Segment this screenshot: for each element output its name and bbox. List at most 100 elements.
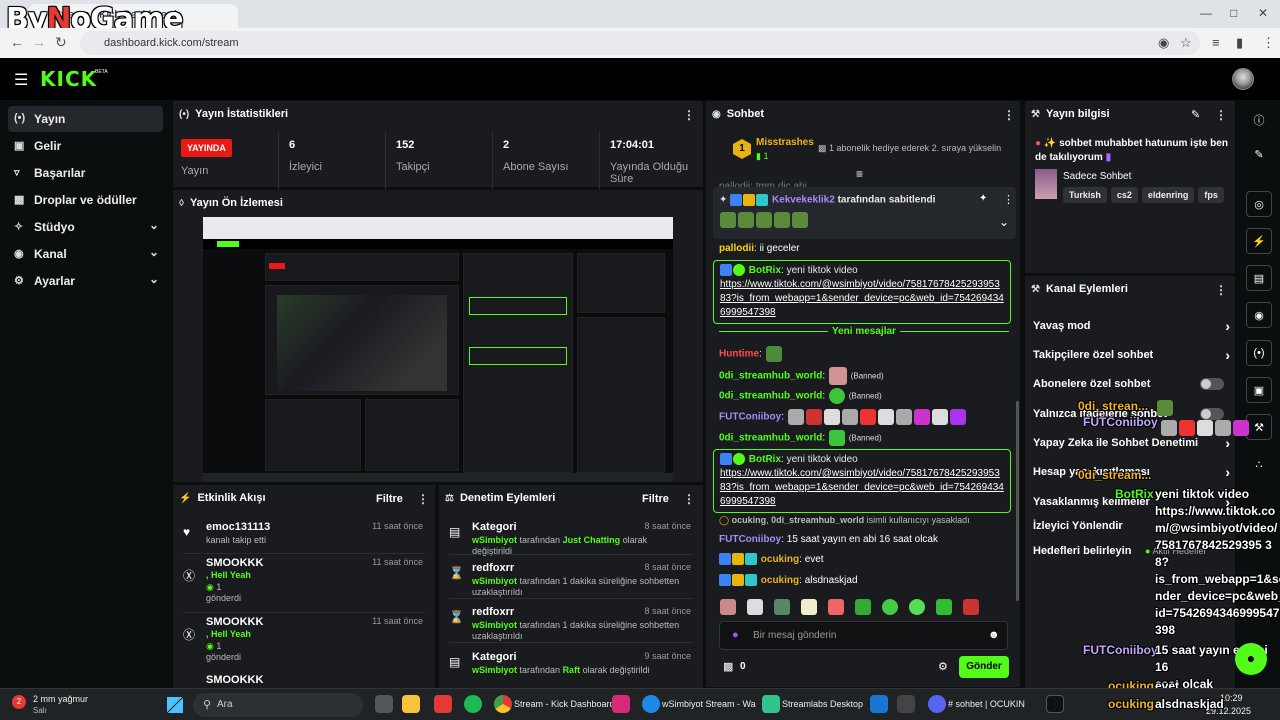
maximize-icon[interactable]: □ [1230, 6, 1237, 20]
tiktok-link[interactable]: https://www.tiktok.com/@wsimbiyot/video/… [720, 468, 1004, 507]
kebab-icon[interactable]: ⋮ [1003, 108, 1015, 122]
slow-mode-row[interactable]: Yavaş mod › [1033, 318, 1230, 334]
stream-preview-image[interactable] [203, 217, 673, 482]
chat-icon[interactable]: ◉ [1246, 302, 1272, 328]
taskbar-app-label[interactable]: #​ sohbet | OCUKIN [948, 699, 1025, 709]
info-icon[interactable]: ⓘ [1246, 106, 1272, 132]
taskbar-app-label[interactable]: Streamlabs Desktop [782, 699, 863, 709]
mic-icon[interactable]: ● [732, 629, 739, 641]
avatar[interactable] [1232, 68, 1254, 90]
fab-icon[interactable]: ● [1235, 643, 1267, 675]
broadcast-icon[interactable]: (•) [1246, 340, 1272, 366]
kick-logo[interactable]: KICK [40, 67, 97, 91]
edge-icon[interactable] [642, 695, 660, 713]
close-icon[interactable]: ✕ [1258, 6, 1268, 20]
kebab-icon[interactable]: ⋮ [683, 108, 695, 122]
tag[interactable]: fps [1198, 187, 1224, 203]
windows-start-icon[interactable] [167, 697, 183, 713]
kebab-icon[interactable]: ⋮ [1215, 283, 1227, 297]
kebab-icon[interactable]: ⋮ [1003, 193, 1014, 206]
layout-icon[interactable]: ▣ [1246, 377, 1272, 403]
nodes-icon[interactable]: ∴ [1246, 452, 1272, 478]
points-icon[interactable]: ▩ [723, 660, 733, 673]
emote-icon[interactable] [936, 599, 952, 615]
kebab-icon[interactable]: ⋮ [683, 492, 695, 506]
back-icon[interactable]: ← [10, 34, 24, 50]
list-item: SMOOKKK [206, 674, 264, 686]
playlist-icon[interactable]: ≡ [1212, 35, 1220, 50]
menu-dots-icon[interactable]: ⋮ [1262, 35, 1275, 51]
list-item: ⌛ redfoxrr 8 saat önce wSimbiyot tarafın… [449, 606, 691, 641]
edit-icon[interactable]: ✎ [1191, 108, 1200, 121]
followers-only-row[interactable]: Takipçilere özel sohbet › [1033, 347, 1230, 363]
url-field[interactable]: dashboard.kick.com/stream [80, 31, 1200, 55]
unpin-icon[interactable]: ✦ [979, 193, 987, 204]
emote-icon[interactable] [882, 599, 898, 615]
spotify-icon[interactable] [464, 695, 482, 713]
sidebar-item-gelir[interactable]: ▣ Gelir [8, 133, 163, 159]
folder-icon[interactable] [402, 695, 420, 713]
chat-scrollbar[interactable] [1016, 401, 1019, 601]
emote-icon[interactable] [855, 599, 871, 615]
instagram-icon[interactable] [612, 695, 630, 713]
document-icon[interactable]: ▤ [1246, 265, 1272, 291]
streamlabs-icon[interactable] [762, 695, 780, 713]
toggle-switch[interactable] [1200, 408, 1224, 420]
kebab-icon[interactable]: ⋮ [1215, 108, 1227, 122]
emote-icon[interactable] [720, 599, 736, 615]
ai-moderation-row[interactable]: Yapay Zeka ile Sohbet Denetimi › [1033, 435, 1230, 451]
filter-button[interactable]: Filtre [642, 493, 669, 505]
tag[interactable]: cs2 [1110, 187, 1138, 203]
category-thumbnail[interactable] [1035, 169, 1057, 199]
outlook-icon[interactable] [870, 695, 888, 713]
forward-icon[interactable]: → [32, 34, 46, 50]
eye-off-icon[interactable]: ◉ [1158, 35, 1169, 51]
pencil-icon[interactable]: ✎ [1246, 142, 1272, 168]
collapse-icon[interactable]: ≡ [856, 167, 863, 181]
star-icon[interactable]: ☆ [1180, 35, 1192, 51]
kebab-icon[interactable]: ⋮ [417, 492, 429, 506]
emote-icon[interactable] [828, 599, 844, 615]
gear-icon[interactable]: ⚙ [938, 660, 948, 673]
emote-icon[interactable] [801, 599, 817, 615]
search-box[interactable]: ⚲ Ara [193, 693, 363, 717]
chevron-down-icon[interactable]: ⌄ [999, 215, 1009, 229]
weather-icon[interactable]: 2 [12, 695, 26, 709]
tag[interactable]: eldenring [1141, 187, 1195, 203]
youtube-icon[interactable] [434, 695, 452, 713]
toggle-switch[interactable] [1200, 378, 1224, 390]
emote-icon[interactable] [909, 599, 925, 615]
filter-button[interactable]: Filtre [376, 493, 403, 505]
minimize-icon[interactable]: — [1200, 6, 1212, 20]
taskbar-app-label[interactable]: wSimbiyot Stream - Wa [662, 699, 756, 709]
reload-icon[interactable]: ↻ [55, 34, 67, 51]
app-icon[interactable] [897, 695, 915, 713]
stream-stats-panel: (•) Yayın İstatistikleri ⋮ YAYINDA Yayın … [173, 101, 703, 189]
chrome-icon[interactable] [494, 695, 512, 713]
emoji-icon[interactable]: ☻ [988, 629, 1000, 641]
tiktok-icon[interactable] [1046, 695, 1064, 713]
send-button[interactable]: Gönder [959, 656, 1009, 678]
sidebar-item-ayarlar[interactable]: ⚙ Ayarlar ⌄ [8, 268, 163, 294]
top-gifter-name[interactable]: Misstrashes [756, 137, 814, 148]
discord-icon[interactable] [928, 695, 946, 713]
emote-icon[interactable] [963, 599, 979, 615]
bolt-icon[interactable]: ⚡ [1246, 228, 1272, 254]
sidebar-item-yayin[interactable]: (•) Yayın [8, 106, 163, 132]
hamburger-icon[interactable]: ☰ [14, 70, 28, 90]
chat-input[interactable]: ● Bir mesaj gönderin ☻ [719, 621, 1008, 650]
extension-icon[interactable]: ▮ [1236, 35, 1243, 51]
sidebar-item-studyo[interactable]: ✧ Stüdyo ⌄ [8, 214, 163, 240]
sidebar-item-kanal[interactable]: ◉ Kanal ⌄ [8, 241, 163, 267]
sidebar-item-basarilar[interactable]: ▿ Başarılar [8, 160, 163, 186]
emote-icon[interactable] [774, 599, 790, 615]
subscribers-only-row[interactable]: Abonelere özel sohbet [1033, 378, 1228, 390]
emote-icon[interactable] [747, 599, 763, 615]
task-view-icon[interactable] [375, 695, 393, 713]
tiktok-link[interactable]: https://www.tiktok.com/@wsimbiyot/video/… [720, 279, 1004, 318]
category-name[interactable]: Sadece Sohbet [1063, 171, 1131, 182]
sidebar-item-droplar[interactable]: ▩ Droplar ve ödüller [8, 187, 163, 213]
taskbar-app-label[interactable]: Stream - Kick Dashboard [514, 699, 615, 709]
target-icon[interactable]: ◎ [1246, 191, 1272, 217]
tag[interactable]: Turkish [1063, 187, 1107, 203]
